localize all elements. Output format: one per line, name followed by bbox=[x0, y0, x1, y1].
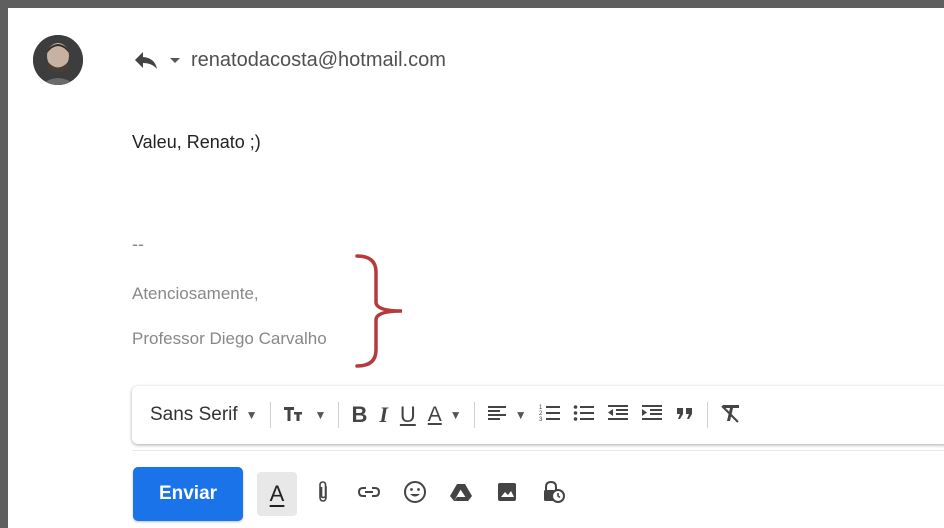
text-size-button[interactable]: ▼ bbox=[277, 398, 333, 432]
reply-header: renatodacosta@hotmail.com bbox=[133, 46, 446, 74]
link-icon bbox=[357, 484, 381, 505]
indent-more-button[interactable] bbox=[635, 398, 669, 432]
chevron-down-icon: ▼ bbox=[245, 408, 258, 422]
formatting-icon: A bbox=[269, 481, 285, 506]
avatar[interactable] bbox=[33, 35, 83, 85]
confidential-mode-button[interactable] bbox=[533, 472, 573, 516]
chevron-down-icon: ▼ bbox=[449, 408, 462, 422]
chevron-down-icon: ▼ bbox=[314, 408, 327, 422]
quote-icon bbox=[675, 405, 695, 426]
indent-less-button[interactable] bbox=[601, 398, 635, 432]
compose-actions: A bbox=[257, 470, 573, 518]
bulleted-list-button[interactable] bbox=[567, 398, 601, 432]
attach-icon bbox=[315, 480, 331, 509]
quote-button[interactable] bbox=[669, 398, 701, 432]
emoji-icon bbox=[403, 480, 427, 509]
font-family-label: Sans Serif bbox=[150, 404, 238, 425]
text-size-icon bbox=[283, 403, 307, 428]
indent-more-icon bbox=[641, 403, 663, 428]
reply-icon[interactable] bbox=[133, 50, 159, 70]
italic-button[interactable]: I bbox=[373, 398, 394, 432]
toolbar-divider bbox=[269, 402, 271, 428]
numbered-list-button[interactable]: 123 bbox=[533, 398, 567, 432]
insert-emoji-button[interactable] bbox=[395, 472, 435, 516]
remove-formatting-button[interactable] bbox=[714, 398, 748, 432]
bulleted-list-icon bbox=[573, 403, 595, 428]
toolbar-divider bbox=[473, 402, 475, 428]
align-icon bbox=[487, 404, 507, 427]
bold-button[interactable]: B bbox=[345, 398, 373, 432]
insert-link-button[interactable] bbox=[349, 472, 389, 516]
compose-divider bbox=[132, 450, 944, 451]
align-button[interactable]: ▼ bbox=[481, 398, 533, 432]
chevron-down-icon: ▼ bbox=[514, 408, 527, 422]
chevron-down-icon[interactable] bbox=[169, 55, 181, 65]
numbered-list-icon: 123 bbox=[539, 403, 561, 428]
insert-photo-button[interactable] bbox=[487, 472, 527, 516]
text-color-label: A bbox=[427, 403, 442, 426]
text-color-button[interactable]: A ▼ bbox=[422, 398, 468, 432]
underline-button[interactable]: U bbox=[394, 398, 422, 432]
font-family-select[interactable]: Sans Serif ▼ bbox=[144, 398, 264, 432]
formatting-toolbar: Sans Serif ▼ ▼ B I U A ▼ ▼ 123 bbox=[132, 386, 944, 444]
formatting-options-button[interactable]: A bbox=[257, 472, 297, 516]
toolbar-divider bbox=[338, 402, 340, 428]
send-button[interactable]: Enviar bbox=[133, 467, 243, 521]
drive-icon bbox=[449, 482, 473, 507]
compose-window: renatodacosta@hotmail.com Valeu, Renato … bbox=[0, 0, 944, 528]
indent-less-icon bbox=[607, 403, 629, 428]
photo-icon bbox=[496, 481, 518, 508]
signature-line-2: Professor Diego Carvalho bbox=[132, 329, 327, 348]
recipient-address[interactable]: renatodacosta@hotmail.com bbox=[191, 49, 446, 72]
signature-line-1: Atenciosamente, bbox=[132, 284, 259, 303]
confidential-icon bbox=[541, 480, 565, 509]
svg-text:3: 3 bbox=[539, 417, 543, 423]
attach-button[interactable] bbox=[303, 472, 343, 516]
insert-drive-button[interactable] bbox=[441, 472, 481, 516]
signature-separator: -- bbox=[132, 234, 144, 254]
message-body[interactable]: Valeu, Renato ;) bbox=[132, 132, 261, 153]
toolbar-divider bbox=[706, 402, 708, 428]
signature-brace-annotation bbox=[355, 254, 403, 368]
remove-formatting-icon bbox=[720, 403, 742, 428]
